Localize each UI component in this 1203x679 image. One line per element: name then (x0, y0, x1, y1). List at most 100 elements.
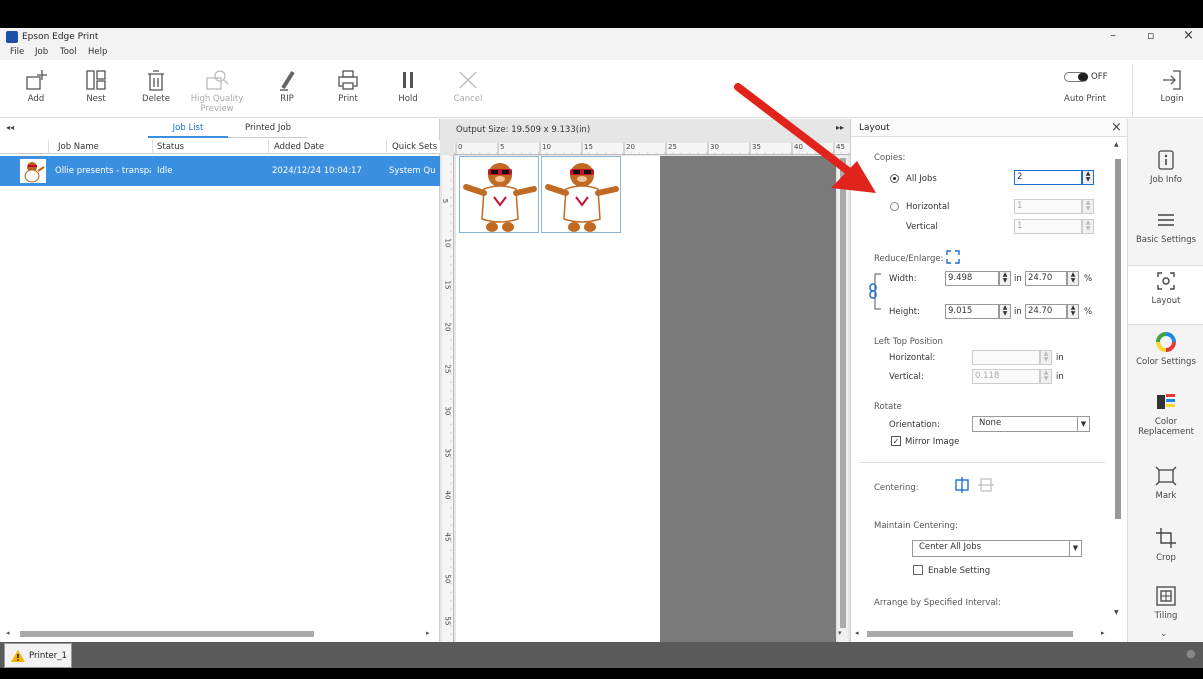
position-vertical-label: Vertical: (889, 372, 924, 382)
restore-icon[interactable]: ▫ (1147, 29, 1154, 42)
width-percent-input[interactable]: 24.70 (1025, 271, 1067, 286)
width-spinner[interactable]: ▲ ▼ (999, 271, 1011, 286)
menu-tool[interactable]: Tool (60, 47, 77, 57)
scroll-left-icon[interactable]: ◂ (855, 629, 859, 637)
horizontal-spinner[interactable]: ▲ ▼ (1082, 199, 1094, 214)
horizontal-scrollbar[interactable]: ◂ ▸ (4, 629, 436, 638)
add-button[interactable]: Add (11, 66, 61, 104)
ruler-top-label: 35 (752, 143, 761, 151)
sidebar-item-color-replacement[interactable]: Color Replacement (1128, 387, 1203, 437)
sidebar-item-mark[interactable]: Mark (1128, 461, 1203, 501)
panel-horizontal-scrollbar[interactable]: ◂ ▸ (851, 629, 1113, 639)
print-button[interactable]: Print (323, 66, 373, 104)
link-icon[interactable] (869, 283, 878, 299)
all-jobs-spinner[interactable]: ▲ ▼ (1082, 170, 1094, 185)
expand-panel-icon[interactable]: ▸▸ (836, 123, 844, 132)
rip-button[interactable]: RIP (262, 66, 312, 104)
fit-size-icon[interactable] (946, 250, 960, 264)
all-jobs-radio[interactable] (890, 174, 899, 183)
col-status[interactable]: Status (157, 142, 184, 152)
delete-button[interactable]: Delete (131, 66, 181, 104)
minimize-icon[interactable]: – (1110, 28, 1116, 42)
job-copy-1[interactable] (459, 156, 539, 233)
nest-icon (71, 66, 121, 94)
scroll-down-icon[interactable]: ▼ (1114, 609, 1119, 616)
position-vertical-input[interactable]: 0.118 (972, 369, 1040, 384)
position-vertical-unit: in (1056, 372, 1064, 382)
close-window-icon[interactable]: × (1183, 28, 1194, 43)
col-added-date[interactable]: Added Date (274, 142, 324, 152)
height-spinner[interactable]: ▲ ▼ (999, 304, 1011, 319)
width-percent-unit: % (1084, 274, 1093, 284)
scroll-up-icon[interactable]: ▲ (1114, 141, 1119, 148)
tab-printed-job[interactable]: Printed Job (228, 121, 308, 138)
height-input[interactable]: 9.015 (945, 304, 999, 319)
scrollbar-thumb[interactable] (867, 631, 1073, 637)
scrollbar-thumb[interactable] (20, 631, 314, 637)
scroll-left-icon[interactable]: ▾ (838, 629, 842, 637)
scroll-left-icon[interactable]: ◂ (6, 629, 10, 637)
sidebar-item-job-info[interactable]: Job Info (1128, 145, 1203, 185)
printer-tab[interactable]: Printer_1 (4, 643, 72, 668)
sidebar-item-layout[interactable]: Layout (1128, 265, 1203, 325)
width-input[interactable]: 9.498 (945, 271, 999, 286)
col-quick-sets[interactable]: Quick Sets (392, 142, 437, 152)
cancel-button[interactable]: Cancel (443, 66, 493, 104)
tab-job-list[interactable]: Job List (148, 121, 228, 138)
job-copy-2[interactable] (541, 156, 621, 233)
status-info-icon[interactable]: ● (1186, 647, 1196, 660)
ruler-top-label: 20 (626, 143, 635, 151)
toggle-knob (1078, 73, 1088, 81)
horizontal-radio[interactable] (890, 202, 899, 211)
mirror-image-checkbox[interactable]: ✓ (891, 436, 901, 446)
panel-vertical-scrollbar[interactable]: ▲ ▼ (1113, 141, 1123, 619)
table-row[interactable]: Ollie presents - transpa Idle 2024/12/24… (0, 156, 440, 186)
high-quality-preview-button[interactable]: High Quality Preview (187, 66, 247, 114)
auto-print-toggle[interactable]: OFF (1064, 71, 1110, 83)
col-job-name[interactable]: Job Name (58, 142, 99, 152)
sidebar-item-color-settings[interactable]: Color Settings (1128, 327, 1203, 367)
all-jobs-copies-input[interactable]: 2 (1014, 170, 1082, 185)
sidebar-item-basic-settings[interactable]: Basic Settings (1128, 205, 1203, 245)
height-percent-input[interactable]: 24.70 (1025, 304, 1067, 319)
vertical-center-icon[interactable] (978, 477, 994, 493)
nest-button[interactable]: Nest (71, 66, 121, 104)
menu-bar: File Job Tool Help (0, 46, 1203, 60)
scroll-right-icon[interactable]: ▸ (1101, 629, 1105, 637)
printer-name: Printer_1 (29, 651, 67, 661)
position-vertical-spinner[interactable]: ▲ ▼ (1040, 369, 1052, 384)
menu-help[interactable]: Help (88, 47, 107, 57)
job-table-header: Job Name Status Added Date Quick Sets (0, 140, 440, 154)
maintain-centering-select[interactable]: Center All Jobs ▼ (912, 540, 1082, 557)
menu-file[interactable]: File (10, 47, 24, 57)
scrollbar-thumb[interactable] (840, 158, 846, 628)
horizontal-copies-input[interactable]: 1 (1014, 199, 1082, 214)
sidebar-item-tiling[interactable]: Tiling (1128, 581, 1203, 621)
vertical-scrollbar[interactable] (838, 156, 848, 642)
sidebar-item-crop[interactable]: Crop (1128, 523, 1203, 563)
vertical-spinner[interactable]: ▲ ▼ (1082, 219, 1094, 234)
height-percent-spinner[interactable]: ▲ ▼ (1067, 304, 1079, 319)
menu-job[interactable]: Job (35, 47, 48, 57)
chevron-down-icon[interactable]: ⌄ (1160, 629, 1168, 639)
ruler-top-label: 45 (836, 143, 845, 151)
position-horizontal-spinner[interactable]: ▲ ▼ (1040, 350, 1052, 365)
enable-setting-checkbox[interactable] (913, 565, 923, 575)
basic-settings-label: Basic Settings (1135, 235, 1197, 245)
scrollbar-thumb[interactable] (1115, 159, 1121, 519)
scroll-right-icon[interactable]: ▸ (426, 629, 430, 637)
job-info-label: Job Info (1150, 175, 1182, 185)
position-horizontal-input[interactable] (972, 350, 1040, 365)
orientation-select[interactable]: None ▼ (972, 416, 1090, 432)
ruler-top-label: 30 (710, 143, 719, 151)
login-button[interactable]: Login (1147, 66, 1197, 104)
collapse-left-icon[interactable]: ◂◂ (6, 123, 14, 132)
width-percent-spinner[interactable]: ▲ ▼ (1067, 271, 1079, 286)
vertical-copies-input[interactable]: 1 (1014, 219, 1082, 234)
close-panel-icon[interactable]: × (1111, 120, 1122, 135)
cancel-label: Cancel (453, 94, 483, 104)
centering-label: Centering: (874, 483, 919, 493)
horizontal-center-icon[interactable] (954, 477, 970, 493)
delete-label: Delete (142, 94, 170, 104)
hold-button[interactable]: Hold (383, 66, 433, 104)
